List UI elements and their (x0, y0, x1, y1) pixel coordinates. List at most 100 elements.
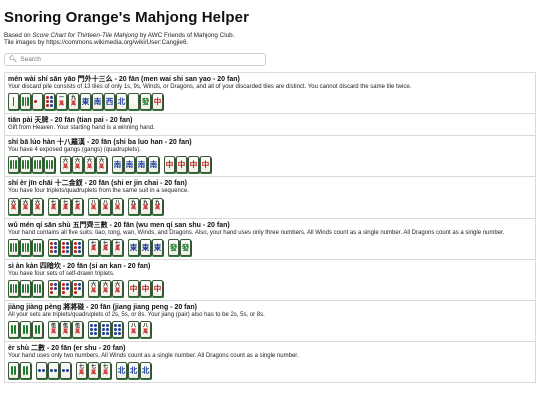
tile-row: 七萬七萬七萬東東東發發 (8, 238, 532, 256)
hand-description: You have 4 exposed gangs (gangs) (quadru… (8, 147, 141, 154)
honor-tile-icon: 中 (140, 280, 151, 298)
character-tile-icon: 伍萬 (72, 321, 83, 339)
bamboo-tile-icon (20, 362, 31, 380)
tile-row: 一萬九萬東南西北發中 (8, 93, 532, 111)
character-tile-icon: 七萬 (48, 197, 59, 215)
character-tile-icon: 七萬 (88, 362, 99, 380)
character-tile-icon: 七萬 (100, 362, 111, 380)
circle-tile-icon (32, 93, 43, 111)
honor-tile-icon: 中 (164, 156, 175, 174)
character-tile-icon: 六萬 (100, 280, 111, 298)
hand-description: Your discard pile consists of 13 tiles o… (8, 83, 412, 90)
search-placeholder: Search (20, 55, 41, 63)
honor-tile-icon: 東 (152, 238, 163, 256)
hand-title: mén wài shí sān yāo 門外十三么 - 20 fān (men … (8, 75, 240, 83)
circle-tile-icon (72, 280, 83, 298)
character-tile-icon: 六萬 (112, 280, 123, 298)
bamboo-tile-icon (8, 156, 19, 174)
bamboo-tile-icon (32, 280, 43, 298)
character-tile-icon: 九萬 (140, 197, 151, 215)
character-tile-icon: 七萬 (76, 362, 87, 380)
hand-description: You have four sets of self-drawn triplet… (8, 270, 115, 277)
honor-tile-icon: 東 (128, 238, 139, 256)
character-tile-icon: 七萬 (112, 238, 123, 256)
search-input[interactable]: 🔍︎ Search (4, 52, 266, 66)
tile-row: 六萬六萬六萬中中中 (8, 280, 532, 298)
bamboo-tile-icon (8, 280, 19, 298)
circle-tile-icon (88, 321, 99, 339)
hand-title: jiàng jiàng pèng 將將碰 - 20 fān (jiang jia… (8, 304, 198, 312)
bamboo-tile-icon (44, 156, 55, 174)
hand-title: tiān pài 天牌 - 20 fān (tian pai - 20 fan) (8, 117, 133, 125)
bamboo-tile-icon (20, 280, 31, 298)
hand-description: Your hand contains all five suits: tiao,… (8, 229, 505, 236)
character-tile-icon: 六萬 (84, 156, 95, 174)
hand-title: sì àn kàn 四暗坎 - 20 fān (si an kan - 20 f… (8, 262, 151, 270)
bamboo-tile-icon (32, 156, 43, 174)
hand-entry: sì àn kàn 四暗坎 - 20 fān (si an kan - 20 f… (4, 259, 536, 302)
hand-list: mén wài shí sān yāo 門外十三么 - 20 fān (men … (4, 71, 536, 384)
tile-row: 六萬六萬六萬六萬南南南南中中中中 (8, 156, 532, 174)
hand-entry: mén wài shí sān yāo 門外十三么 - 20 fān (men … (4, 72, 536, 115)
bamboo-tile-icon (20, 321, 31, 339)
hand-entry: wǔ mén qí sān shù 五門齊三數 - 20 fān (wu men… (4, 218, 536, 260)
hand-description: You have four triplets/quadruplets from … (8, 188, 189, 195)
honor-tile-icon: 發 (140, 93, 151, 111)
hand-entry: shí bā lúo hàn 十八羅漢 - 20 fān (shi ba luo… (4, 136, 536, 178)
honor-tile-icon: 中 (176, 156, 187, 174)
bamboo-tile-icon (8, 93, 19, 111)
character-tile-icon: 九萬 (152, 197, 163, 215)
honor-tile-icon: 南 (112, 156, 123, 174)
character-tile-icon: 六萬 (32, 197, 43, 215)
tile-row: 七萬七萬七萬北北北 (8, 362, 532, 380)
bamboo-tile-icon (32, 238, 43, 256)
based-on-suffix: by AWC Friends of Mahjong Club. (138, 32, 235, 39)
credits: Based on Score Chart for Thirteen-Tile M… (4, 32, 536, 47)
page-title: Snoring Orange's Mahjong Helper (4, 9, 250, 26)
character-tile-icon: 七萬 (100, 238, 111, 256)
character-tile-icon: 六萬 (20, 197, 31, 215)
honor-tile-icon: 中 (128, 280, 139, 298)
character-tile-icon: 九萬 (68, 93, 79, 111)
character-tile-icon: 伍萬 (60, 321, 71, 339)
honor-tile-icon: 北 (128, 362, 139, 380)
honor-tile-icon: 南 (148, 156, 159, 174)
hand-entry: èr shù 二數 - 20 fān (er shu - 20 fan) Your… (4, 342, 536, 384)
images-credit: Tile images by https://commons.wikimedia… (4, 39, 189, 47)
hand-description: All your sets are triplets/quadruplets o… (8, 312, 265, 319)
hand-entry: shí èr jīn chāi 十二金釵 - 20 fān (shi er ji… (4, 177, 536, 219)
bamboo-tile-icon (8, 362, 19, 380)
honor-tile-icon: 北 (116, 93, 127, 111)
circle-tile-icon (100, 321, 111, 339)
tile-row: 六萬六萬六萬七萬七萬七萬八萬八萬八萬九萬九萬九萬 (8, 197, 532, 215)
character-tile-icon: 八萬 (140, 321, 151, 339)
honor-tile-icon: 中 (152, 93, 163, 111)
bamboo-tile-icon (20, 93, 31, 111)
character-tile-icon: 六萬 (8, 197, 19, 215)
circle-tile-icon (44, 93, 55, 111)
bamboo-tile-icon (20, 156, 31, 174)
circle-tile-icon (48, 362, 59, 380)
character-tile-icon: 九萬 (128, 197, 139, 215)
honor-tile-icon: 發 (180, 238, 191, 256)
honor-tile-icon: 北 (140, 362, 151, 380)
character-tile-icon: 一萬 (56, 93, 67, 111)
circle-tile-icon (60, 280, 71, 298)
hand-entry: tiān pài 天牌 - 20 fān (tian pai - 20 fan)… (4, 114, 536, 137)
character-tile-icon: 六萬 (72, 156, 83, 174)
hand-description: Your hand uses only two numbers. All Win… (8, 353, 299, 360)
bamboo-tile-icon (8, 238, 19, 256)
circle-tile-icon (60, 238, 71, 256)
circle-tile-icon (48, 280, 59, 298)
character-tile-icon: 六萬 (60, 156, 71, 174)
honor-tile-icon: 北 (116, 362, 127, 380)
bamboo-tile-icon (32, 321, 43, 339)
honor-tile-icon: 東 (140, 238, 151, 256)
circle-tile-icon (72, 238, 83, 256)
bamboo-tile-icon (20, 238, 31, 256)
honor-tile-icon: 中 (200, 156, 211, 174)
honor-tile-icon: 南 (92, 93, 103, 111)
magnifier-icon: 🔍︎ (9, 56, 18, 64)
hand-title: wǔ mén qí sān shù 五門齊三數 - 20 fān (wu men… (8, 221, 230, 229)
character-tile-icon: 七萬 (60, 197, 71, 215)
